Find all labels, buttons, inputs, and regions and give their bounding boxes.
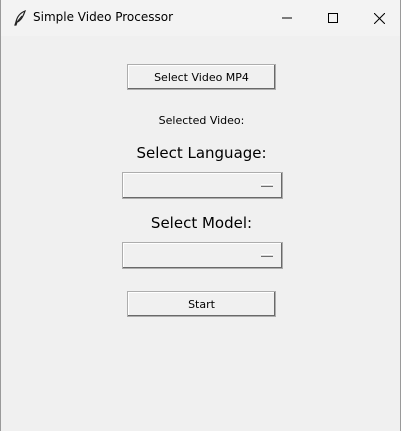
maximize-icon bbox=[328, 13, 338, 23]
dropdown-indicator-icon bbox=[261, 254, 273, 257]
minimize-button[interactable] bbox=[264, 0, 310, 36]
start-button[interactable]: Start bbox=[127, 291, 276, 317]
language-label: Select Language: bbox=[136, 144, 267, 162]
app-window: Simple Video Processor Select Video MP4 … bbox=[0, 0, 401, 431]
language-dropdown[interactable] bbox=[122, 172, 283, 199]
maximize-button[interactable] bbox=[310, 0, 356, 36]
close-icon bbox=[373, 12, 385, 24]
window-title: Simple Video Processor bbox=[33, 10, 174, 24]
model-dropdown[interactable] bbox=[122, 242, 283, 269]
selected-video-label: Selected Video: bbox=[158, 114, 245, 127]
minimize-icon bbox=[282, 17, 292, 19]
title-bar[interactable]: Simple Video Processor bbox=[1, 0, 400, 36]
feather-icon bbox=[14, 10, 26, 26]
dropdown-indicator-icon bbox=[261, 184, 273, 187]
close-button[interactable] bbox=[356, 0, 400, 36]
model-label: Select Model: bbox=[150, 214, 253, 232]
select-video-button[interactable]: Select Video MP4 bbox=[127, 64, 276, 90]
